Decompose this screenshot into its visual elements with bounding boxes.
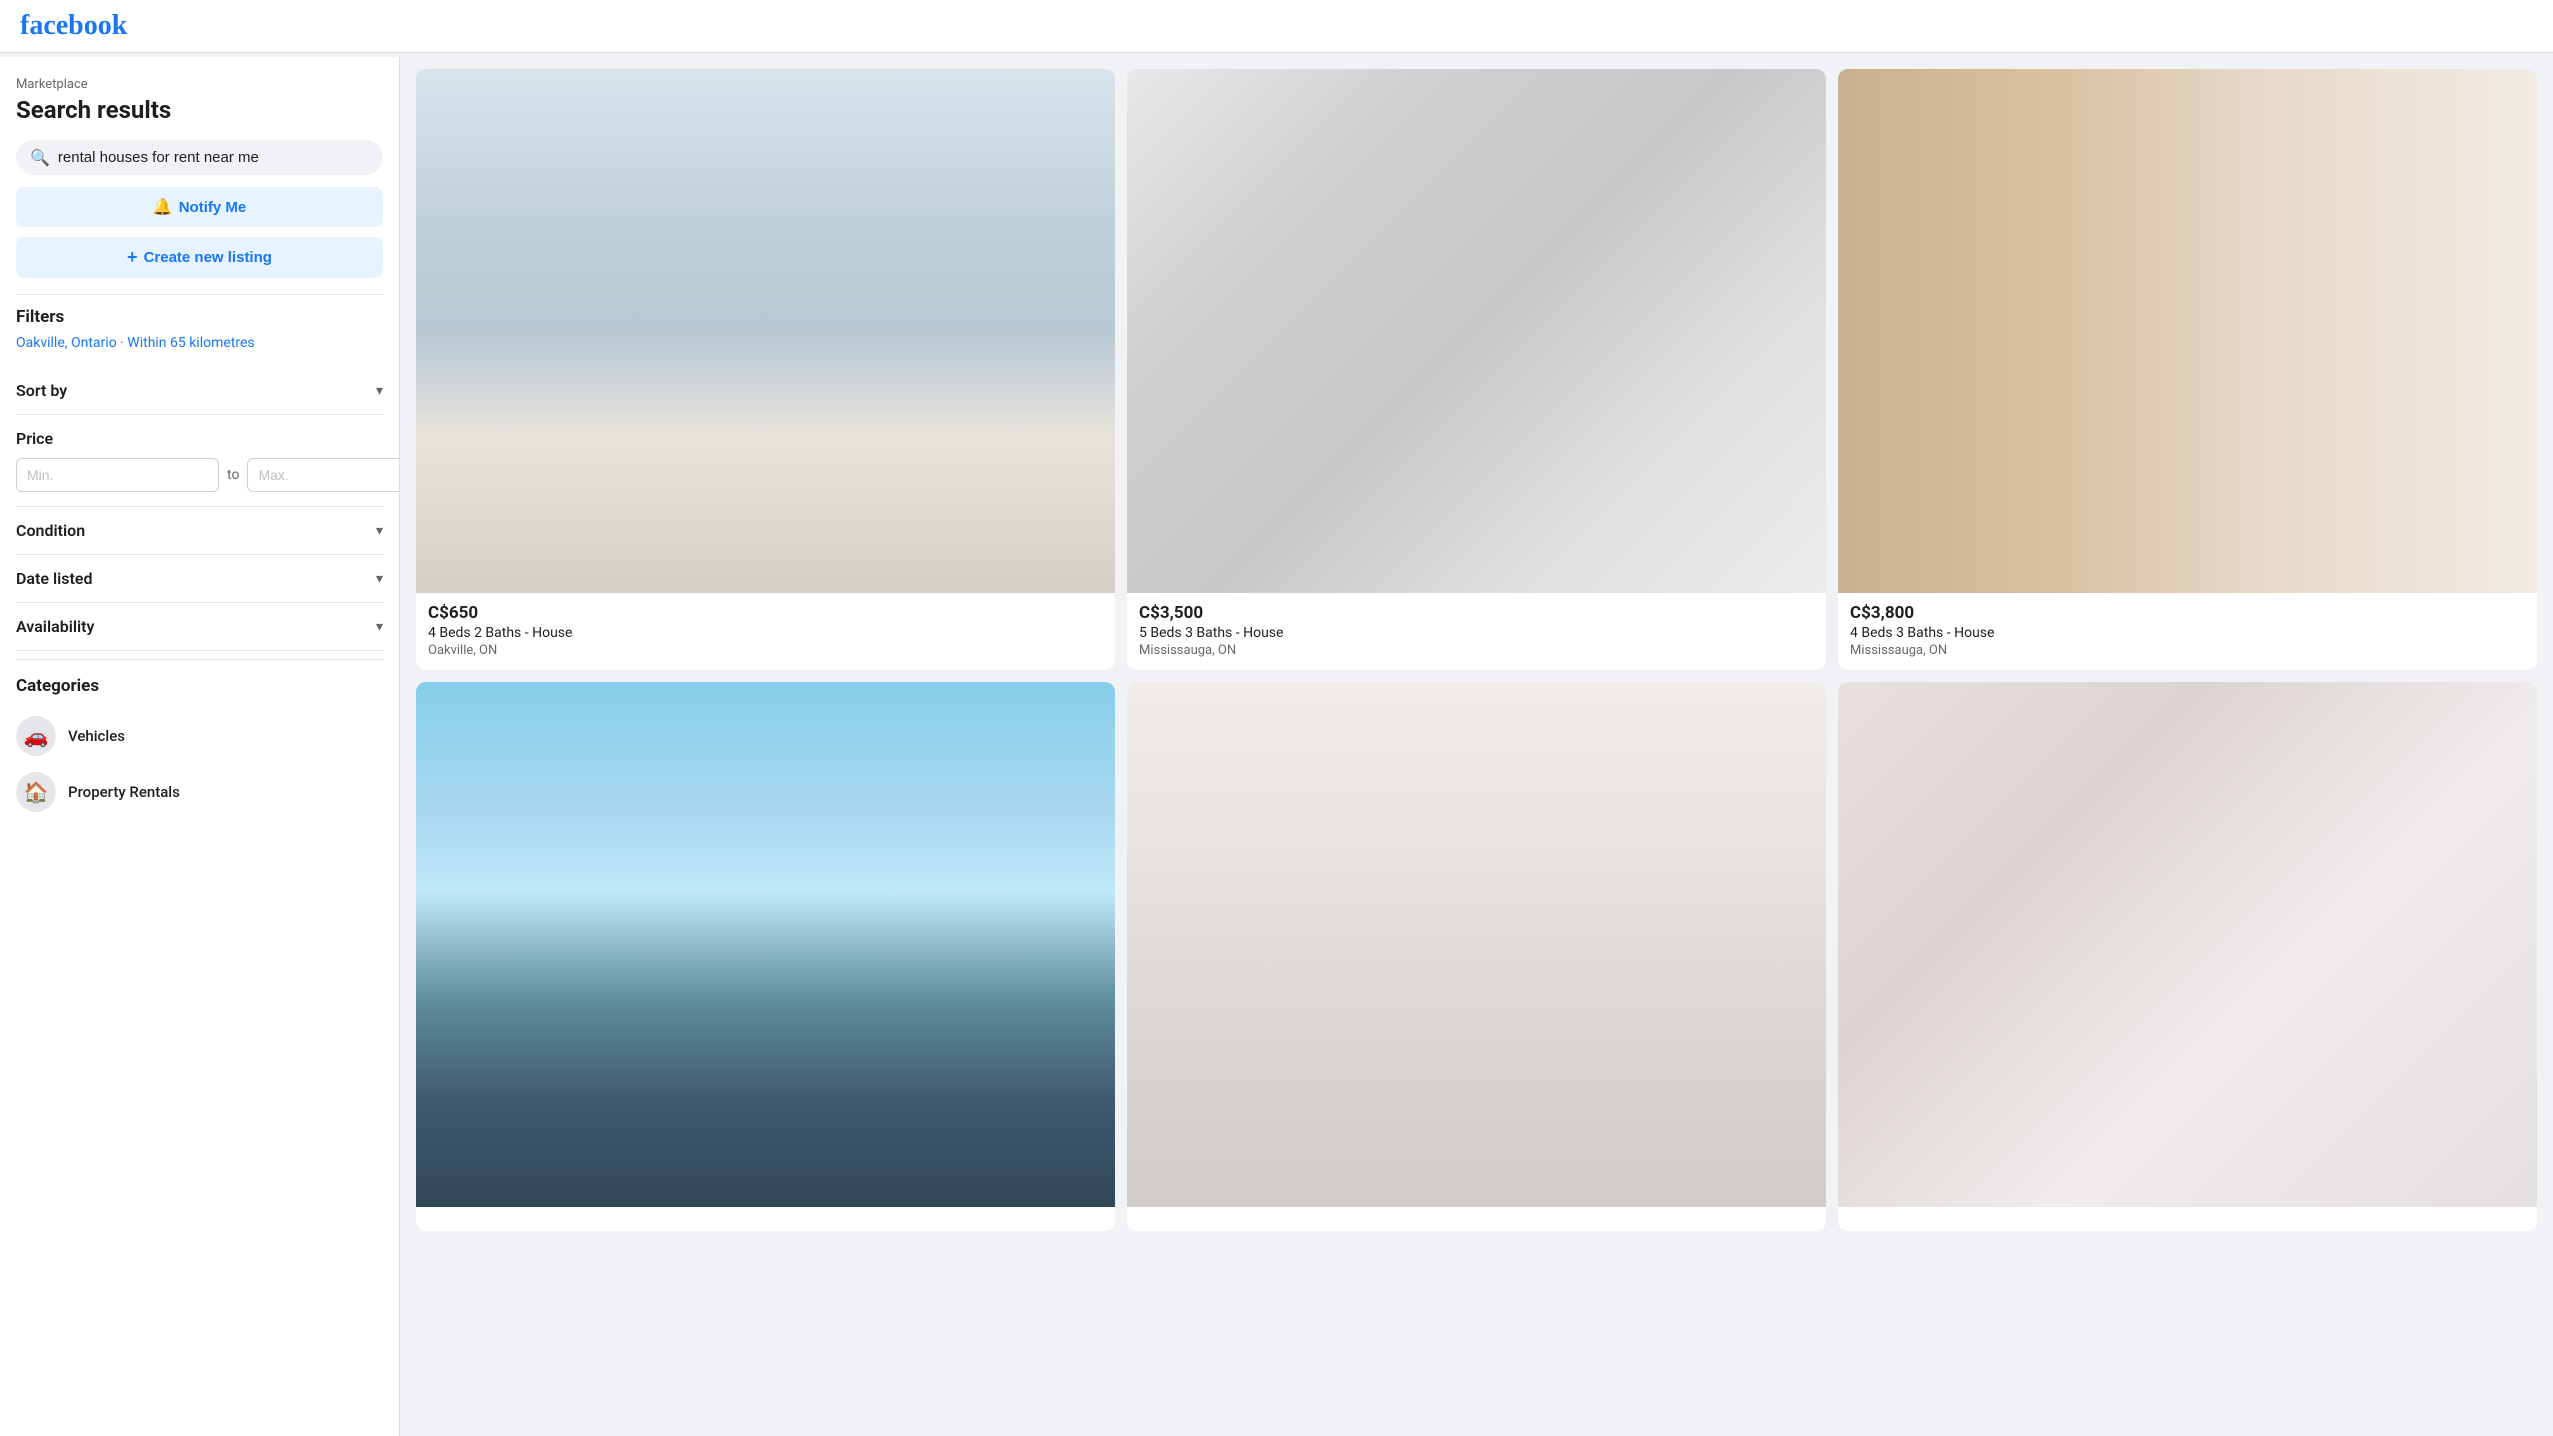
- listing-location: Mississauga, ON: [1139, 643, 1814, 658]
- create-listing-label: Create new listing: [144, 249, 272, 266]
- categories-title: Categories: [16, 676, 383, 696]
- availability-label: Availability: [16, 617, 94, 636]
- date-listed-label: Date listed: [16, 569, 93, 588]
- condition-label: Condition: [16, 521, 85, 540]
- sidebar: Marketplace Search results 🔍 🔔 Notify Me…: [0, 57, 400, 1436]
- main-content: C$650 4 Beds 2 Baths - House Oakville, O…: [400, 53, 2553, 1436]
- listing-price: C$650: [428, 603, 1103, 623]
- create-listing-button[interactable]: + Create new listing: [16, 237, 383, 278]
- property-rentals-label: Property Rentals: [68, 783, 180, 801]
- listing-card[interactable]: C$650 4 Beds 2 Baths - House Oakville, O…: [416, 69, 1115, 670]
- condition-header[interactable]: Condition ▾: [16, 521, 383, 540]
- listing-price: C$3,800: [1850, 603, 2525, 623]
- listing-location: Mississauga, ON: [1850, 643, 2525, 658]
- sort-by-section: Sort by ▾: [16, 367, 383, 415]
- sidebar-item-property-rentals[interactable]: 🏠 Property Rentals: [16, 764, 383, 820]
- listings-grid: C$650 4 Beds 2 Baths - House Oakville, O…: [416, 69, 2537, 1231]
- price-section: Price to: [16, 415, 383, 507]
- facebook-logo[interactable]: facebook: [20, 10, 127, 41]
- filters-title: Filters: [16, 307, 383, 327]
- location-filter[interactable]: Oakville, Ontario · Within 65 kilometres: [16, 335, 383, 351]
- notify-me-button[interactable]: 🔔 Notify Me: [16, 187, 383, 227]
- plus-icon: +: [127, 247, 138, 268]
- price-min-input[interactable]: [16, 458, 219, 492]
- divider: [16, 294, 383, 295]
- listing-image: [1127, 69, 1826, 593]
- sort-by-chevron-icon: ▾: [376, 383, 383, 399]
- listing-info: C$650 4 Beds 2 Baths - House Oakville, O…: [416, 593, 1115, 670]
- notify-me-label: Notify Me: [179, 199, 247, 216]
- listing-image: [1838, 682, 2537, 1206]
- price-max-input[interactable]: [247, 458, 400, 492]
- listing-price: C$3,500: [1139, 603, 1814, 623]
- listing-card[interactable]: [1127, 682, 1826, 1230]
- listing-info: [416, 1207, 1115, 1231]
- date-listed-header[interactable]: Date listed ▾: [16, 569, 383, 588]
- listing-card[interactable]: [1838, 682, 2537, 1230]
- listing-info: [1127, 1207, 1826, 1231]
- listing-location: Oakville, ON: [428, 643, 1103, 658]
- sidebar-item-vehicles[interactable]: 🚗 Vehicles: [16, 708, 383, 764]
- sort-by-header[interactable]: Sort by ▾: [16, 381, 383, 400]
- listing-image: [416, 69, 1115, 593]
- page-title: Search results: [16, 96, 383, 124]
- listing-info: C$3,500 5 Beds 3 Baths - House Mississau…: [1127, 593, 1826, 670]
- listing-description: 4 Beds 2 Baths - House: [428, 625, 1103, 641]
- search-bar: 🔍: [16, 140, 383, 175]
- date-listed-chevron-icon: ▾: [376, 571, 383, 587]
- availability-header[interactable]: Availability ▾: [16, 617, 383, 636]
- main-container: Marketplace Search results 🔍 🔔 Notify Me…: [0, 53, 2553, 1436]
- sort-by-label: Sort by: [16, 381, 67, 400]
- property-rentals-icon: 🏠: [16, 772, 56, 812]
- listing-image: [1838, 69, 2537, 593]
- search-icon: 🔍: [30, 148, 50, 167]
- vehicles-label: Vehicles: [68, 727, 125, 745]
- listing-card[interactable]: [416, 682, 1115, 1230]
- listing-image: [1127, 682, 1826, 1206]
- listing-description: 4 Beds 3 Baths - House: [1850, 625, 2525, 641]
- categories-divider: [16, 659, 383, 660]
- condition-chevron-icon: ▾: [376, 523, 383, 539]
- header: facebook: [0, 0, 2553, 53]
- search-input[interactable]: [58, 149, 369, 166]
- price-to-label: to: [227, 467, 239, 483]
- listing-image: [416, 682, 1115, 1206]
- vehicles-icon: 🚗: [16, 716, 56, 756]
- price-range-row: to: [16, 458, 383, 492]
- listing-info: C$3,800 4 Beds 3 Baths - House Mississau…: [1838, 593, 2537, 670]
- availability-section: Availability ▾: [16, 603, 383, 651]
- date-listed-section: Date listed ▾: [16, 555, 383, 603]
- listing-card[interactable]: C$3,800 4 Beds 3 Baths - House Mississau…: [1838, 69, 2537, 670]
- availability-chevron-icon: ▾: [376, 619, 383, 635]
- marketplace-label: Marketplace: [16, 77, 383, 92]
- categories-section: Categories 🚗 Vehicles 🏠 Property Rentals: [16, 676, 383, 820]
- listing-description: 5 Beds 3 Baths - House: [1139, 625, 1814, 641]
- price-header: Price: [16, 429, 383, 448]
- listing-info: [1838, 1207, 2537, 1231]
- condition-section: Condition ▾: [16, 507, 383, 555]
- listing-card[interactable]: C$3,500 5 Beds 3 Baths - House Mississau…: [1127, 69, 1826, 670]
- bell-icon: 🔔: [153, 197, 173, 217]
- price-label: Price: [16, 429, 53, 448]
